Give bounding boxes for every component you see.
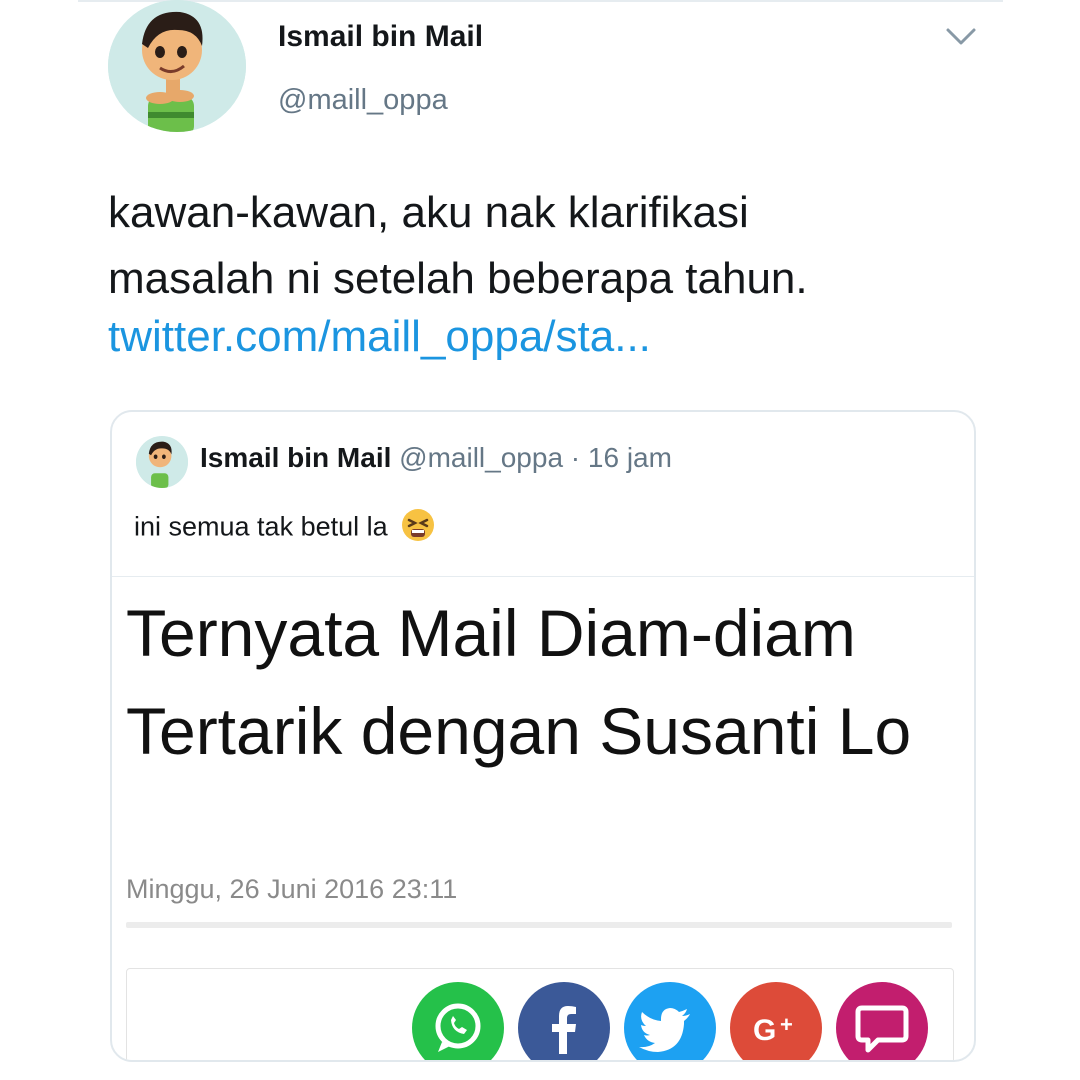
article-headline: Ternyata Mail Diam-diam Tertarik dengan … xyxy=(126,596,912,768)
facebook-share-button[interactable] xyxy=(518,982,610,1060)
quoted-tweet-card[interactable]: Ismail bin Mail @maill_oppa · 16 jam ini… xyxy=(110,410,976,1062)
article-separator xyxy=(126,922,952,928)
boy-avatar-icon xyxy=(136,437,188,488)
google-plus-icon: G + xyxy=(753,1012,793,1047)
quoted-avatar xyxy=(136,436,188,488)
quoted-divider xyxy=(112,576,974,577)
whatsapp-share-button[interactable] xyxy=(412,982,504,1060)
boy-avatar-icon xyxy=(108,0,246,132)
user-handle[interactable]: @maill_oppa xyxy=(278,84,448,117)
whatsapp-icon xyxy=(435,1003,481,1052)
article-date: Minggu, 26 Juni 2016 23:11 xyxy=(126,874,458,904)
svg-text:G: G xyxy=(753,1014,776,1047)
tweet-text-line: kawan-kawan, aku nak klarifikasi xyxy=(108,188,749,237)
quoted-display-name: Ismail bin Mail xyxy=(200,442,392,473)
tweet-text: kawan-kawan, aku nak klarifikasi masalah… xyxy=(108,180,1008,312)
facebook-icon xyxy=(552,1006,576,1054)
google-plus-share-button[interactable]: G + xyxy=(730,982,822,1060)
quoted-separator: · xyxy=(563,442,588,473)
top-divider xyxy=(78,0,1003,2)
twitter-share-button[interactable] xyxy=(624,982,716,1060)
chevron-down-icon[interactable] xyxy=(944,22,978,52)
quoted-handle: @maill_oppa xyxy=(399,442,564,473)
twitter-bird-icon xyxy=(639,1008,690,1052)
svg-text:+: + xyxy=(780,1012,793,1037)
quoted-timestamp: 16 jam xyxy=(587,442,672,473)
display-name[interactable]: Ismail bin Mail xyxy=(278,20,483,54)
quoted-text-row: ini semua tak betul la xyxy=(134,508,435,549)
profile-avatar[interactable] xyxy=(108,0,246,132)
comment-bubble-icon xyxy=(855,1005,909,1053)
quoted-header: Ismail bin Mail @maill_oppa · 16 jam xyxy=(200,442,672,474)
tweet-link[interactable]: twitter.com/maill_oppa/sta... xyxy=(108,312,651,362)
comment-share-button[interactable] xyxy=(836,982,928,1060)
tired-face-emoji-icon xyxy=(401,508,435,549)
tweet-text-line: masalah ni setelah beberapa tahun. xyxy=(108,254,808,303)
quoted-text: ini semua tak betul la xyxy=(134,511,388,542)
